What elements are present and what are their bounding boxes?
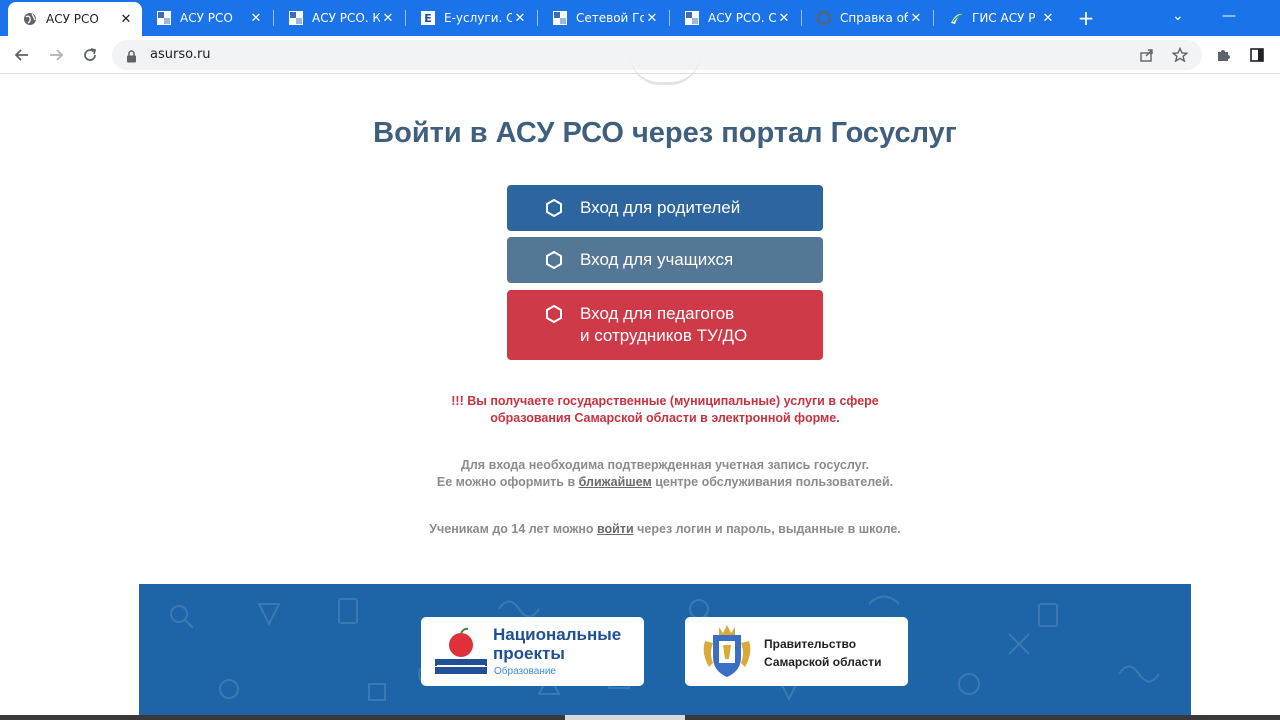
grid-icon xyxy=(552,10,568,26)
tab-title: АСУ РСО xyxy=(180,11,233,25)
samara-coat-of-arms-icon xyxy=(703,625,751,677)
services-notice: !!! Вы получаете государственные (муници… xyxy=(0,393,1280,427)
gear-icon xyxy=(816,10,832,26)
partners-footer: Национальные проекты Образование Правите… xyxy=(139,584,1191,720)
apple-books-icon xyxy=(435,627,487,674)
tab-asurso-active[interactable]: АСУ РСО ✕ xyxy=(8,2,142,36)
close-icon[interactable]: ✕ xyxy=(644,10,660,26)
government-title-line2: Самарской области xyxy=(764,655,882,669)
grid-icon xyxy=(684,10,700,26)
reload-icon[interactable] xyxy=(80,45,100,65)
tab-e-uslugi[interactable]: E Е-услуги. О ✕ xyxy=(406,0,536,36)
hexagon-icon xyxy=(546,250,562,270)
services-notice-line2: образования Самарской области в электрон… xyxy=(490,411,840,425)
services-notice-line1: !!! Вы получаете государственные (муници… xyxy=(451,394,879,408)
government-title-line1: Правительство xyxy=(764,637,857,651)
tab-gis-asurso[interactable]: ГИС АСУ Р ✕ xyxy=(934,0,1064,36)
side-panel-icon[interactable] xyxy=(1247,45,1267,65)
kids-notice-post: через логин и пароль, выданные в школе. xyxy=(633,522,901,536)
login-students-label: Вход для учащихся xyxy=(580,250,734,269)
grid-icon xyxy=(288,10,304,26)
kids-notice-pre: Ученикам до 14 лет можно xyxy=(429,522,598,536)
hexagon-icon xyxy=(546,304,562,324)
close-icon[interactable]: ✕ xyxy=(908,10,924,26)
star-icon[interactable] xyxy=(1171,46,1189,64)
tab-title: АСУ РСО. К xyxy=(312,11,380,25)
tab-title: АСУ РСО. С xyxy=(708,11,776,25)
kids-login-notice: Ученикам до 14 лет можно войти через лог… xyxy=(0,521,1280,538)
e-icon: E xyxy=(420,10,436,26)
new-tab-button[interactable]: + xyxy=(1076,8,1096,28)
tab-title: Сетевой Го xyxy=(576,11,644,25)
account-notice-line2-post: центре обслуживания пользователей. xyxy=(651,475,894,489)
close-icon[interactable]: ✕ xyxy=(1040,10,1056,26)
national-projects-title-line2: проекты xyxy=(493,644,565,663)
logo-arc-decoration xyxy=(630,55,700,85)
grid-icon xyxy=(156,10,172,26)
national-projects-logo-card[interactable]: Национальные проекты Образование xyxy=(421,617,644,686)
account-notice-line1: Для входа необходима подтвержденная учет… xyxy=(460,458,870,472)
tab-asurso[interactable]: АСУ РСО ✕ xyxy=(142,0,272,36)
close-icon[interactable]: ✕ xyxy=(380,10,396,26)
browser-tab-strip: АСУ РСО ✕ АСУ РСО ✕ АСУ РСО. К ✕ E Е-усл… xyxy=(0,0,1280,36)
tab-spravka[interactable]: Справка об ✕ xyxy=(802,0,932,36)
samara-government-logo-card[interactable]: Правительство Самарской области xyxy=(685,617,908,686)
national-projects-subtitle: Образование xyxy=(494,666,556,677)
minimize-icon[interactable]: — xyxy=(1222,8,1236,24)
forward-arrow-icon[interactable] xyxy=(46,45,66,65)
gis-icon xyxy=(948,10,964,26)
close-icon[interactable]: ✕ xyxy=(776,10,792,26)
national-projects-title-line1: Национальные xyxy=(493,625,622,644)
lock-icon[interactable] xyxy=(126,48,137,67)
nearest-center-link[interactable]: ближайшем xyxy=(579,475,652,489)
close-icon[interactable]: ✕ xyxy=(248,10,264,26)
hexagon-icon xyxy=(546,198,562,218)
tab-title: Е-услуги. О xyxy=(444,11,512,25)
tab-title: ГИС АСУ Р xyxy=(972,11,1036,25)
page-title: Войти в АСУ РСО через портал Госуслуг xyxy=(373,117,957,149)
tab-asurso-s[interactable]: АСУ РСО. С ✕ xyxy=(670,0,800,36)
close-icon[interactable]: ✕ xyxy=(118,11,134,27)
share-icon[interactable] xyxy=(1138,46,1156,64)
kids-login-link[interactable]: войти xyxy=(597,522,634,536)
login-parents-label: Вход для родителей xyxy=(580,198,741,217)
account-notice-line2-pre: Ее можно оформить в xyxy=(436,475,579,489)
back-arrow-icon[interactable] xyxy=(12,45,32,65)
login-teachers-label-line2: и сотрудников ТУ/ДО xyxy=(580,326,748,345)
extensions-puzzle-icon[interactable] xyxy=(1213,45,1233,65)
login-students-button[interactable]: Вход для учащихся xyxy=(507,237,823,283)
tab-title: Справка об xyxy=(840,11,908,25)
page-content: Войти в АСУ РСО через портал Госуслуг Вх… xyxy=(0,75,1280,720)
tab-title: АСУ РСО xyxy=(46,12,99,26)
close-icon[interactable]: ✕ xyxy=(512,10,528,26)
login-teachers-label-line1: Вход для педагогов xyxy=(580,304,735,323)
tab-setevoy-gorod[interactable]: Сетевой Го ✕ xyxy=(538,0,668,36)
globe-icon xyxy=(22,11,38,27)
tab-asurso-k[interactable]: АСУ РСО. К ✕ xyxy=(274,0,404,36)
url-text: asurso.ru xyxy=(150,47,211,62)
login-teachers-label: Вход для педагогов и сотрудников ТУ/ДО xyxy=(580,303,747,347)
taskbar-thumb xyxy=(565,715,685,720)
login-parents-button[interactable]: Вход для родителей xyxy=(507,185,823,231)
login-teachers-button[interactable]: Вход для педагогов и сотрудников ТУ/ДО xyxy=(507,290,823,360)
education-doodle-pattern xyxy=(170,595,1160,702)
taskbar-strip xyxy=(0,715,1280,720)
tab-search-chevron-icon[interactable]: ⌄ xyxy=(1172,8,1184,24)
account-notice: Для входа необходима подтвержденная учет… xyxy=(0,457,1280,491)
